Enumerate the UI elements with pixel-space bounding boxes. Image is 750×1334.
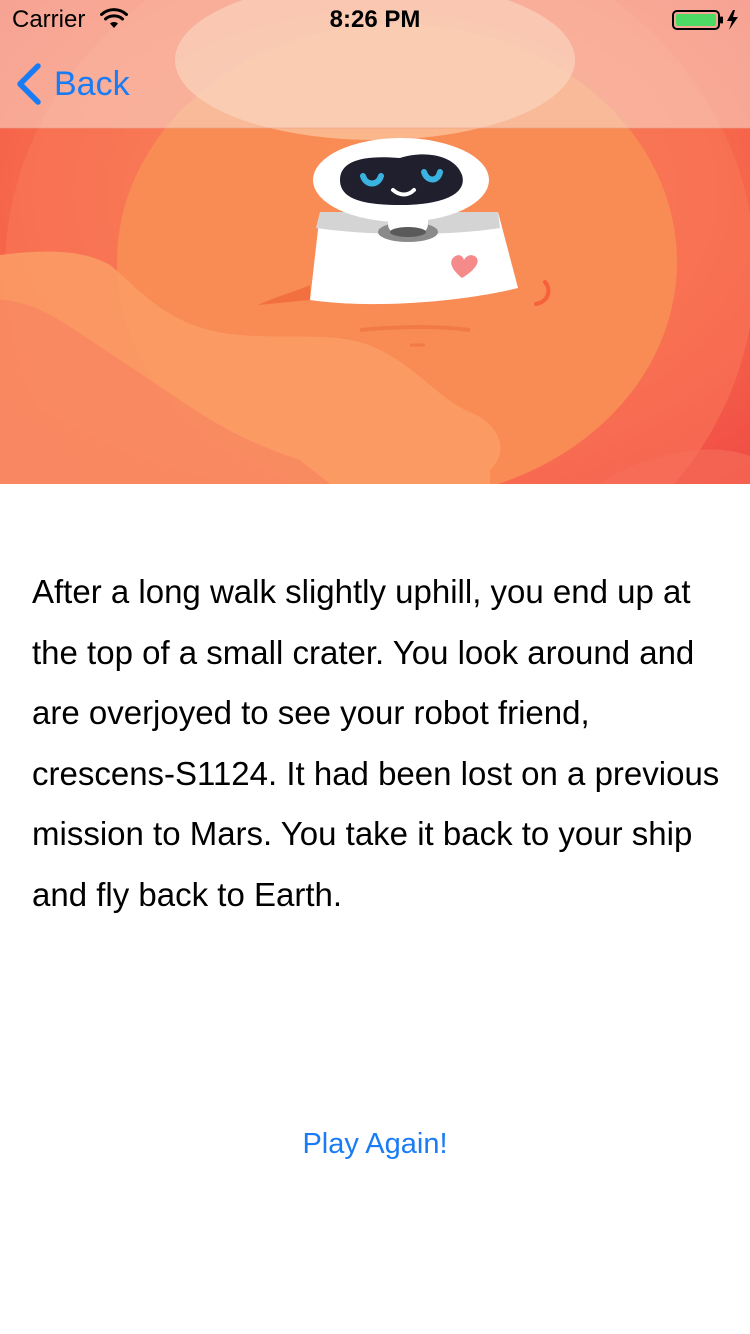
status-time: 8:26 PM	[329, 6, 421, 33]
battery-level	[676, 14, 716, 26]
battery-charging-icon	[672, 10, 738, 30]
back-button-label: Back	[54, 65, 130, 103]
navigation-bar: Back	[0, 40, 750, 128]
story-text: After a long walk slightly uphill, you e…	[32, 573, 720, 913]
play-again-button[interactable]: Play Again!	[0, 1124, 750, 1164]
back-button[interactable]: Back	[14, 62, 130, 106]
status-bar: Carrier 8:26 PM	[0, 0, 750, 40]
chevron-left-icon	[17, 63, 41, 105]
